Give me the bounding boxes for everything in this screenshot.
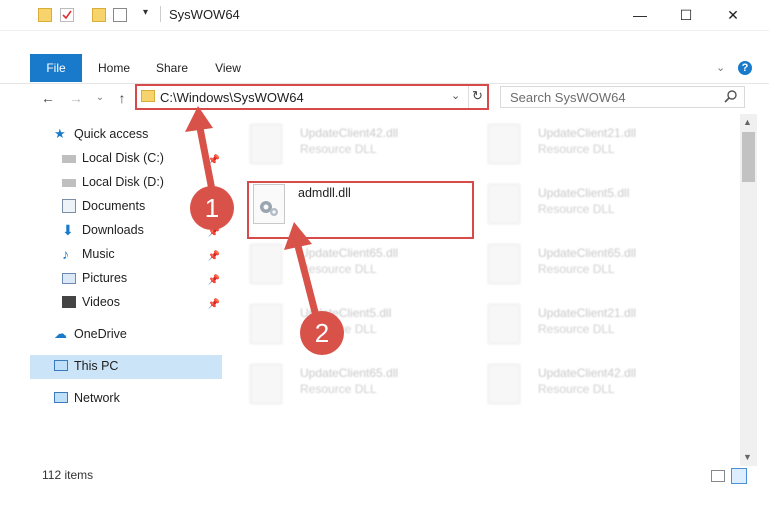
callout-badge-2: 2 xyxy=(300,311,344,355)
callout-arrows xyxy=(185,106,320,320)
callout-badge-1: 1 xyxy=(190,186,234,230)
